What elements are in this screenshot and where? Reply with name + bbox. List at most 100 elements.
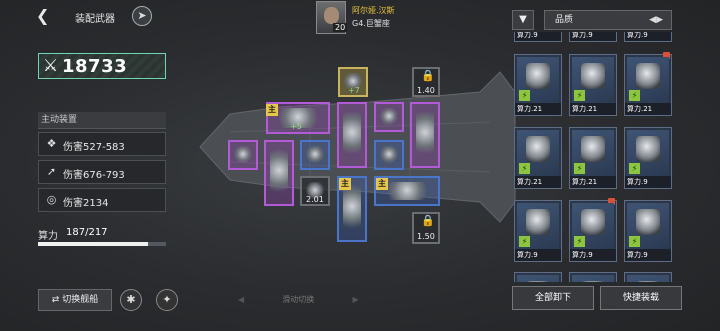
lock-icon: 🔒 xyxy=(421,214,435,227)
lightning-icon: ⚡ xyxy=(629,163,640,174)
swipe-hint: ◀ 滑动切换 ▶ xyxy=(238,294,359,305)
stat-row: ◎ 伤害2134 xyxy=(38,188,166,212)
weapon-icon xyxy=(380,182,434,200)
commander-face xyxy=(324,7,339,24)
weapon-icon xyxy=(343,182,361,236)
switch-ship-label: 切换舰船 xyxy=(62,295,99,305)
commander-name: 阿尔娅.汉斯 xyxy=(352,6,395,15)
unload-all-button[interactable]: 全部卸下 xyxy=(512,286,594,310)
card-cost: 算力.9 xyxy=(625,176,671,188)
combat-power-value: 18733 xyxy=(62,56,128,77)
lightning-icon: ⚡ xyxy=(519,90,530,101)
aircraft-icon[interactable]: ✦ xyxy=(156,289,178,311)
weapon-card[interactable] xyxy=(569,272,617,282)
card-cost: 算力.9 xyxy=(625,32,671,41)
ship-layout: +7 🔒 1.40 主 +5 2.01 主 主 🔒 1.50 xyxy=(190,52,525,247)
weapon-slot[interactable] xyxy=(410,102,440,168)
weapon-icon xyxy=(270,146,288,200)
commander-subtitle: G4.巨蟹座 xyxy=(352,19,390,28)
stat-label: 伤害527-583 xyxy=(63,142,125,153)
swipe-label: 滑动切换 xyxy=(282,295,315,304)
main-tag: 主 xyxy=(266,104,278,116)
card-cost: 算力.21 xyxy=(515,176,561,188)
weapon-card[interactable]: ⚡ 算力.9 xyxy=(624,127,672,189)
card-cost: 算力.21 xyxy=(515,103,561,115)
weapon-icon xyxy=(234,146,252,164)
lightning-icon: ⚡ xyxy=(519,163,530,174)
lightning-icon: ⚡ xyxy=(574,163,585,174)
stat-label: 伤害676-793 xyxy=(63,170,125,181)
weapon-card[interactable]: ⚡ 算力.21 xyxy=(569,127,617,189)
card-cost: 算力.9 xyxy=(570,32,616,41)
weapon-icon xyxy=(416,108,434,162)
weapon-card[interactable]: 算力.9 xyxy=(514,32,562,42)
weapon-image xyxy=(627,275,669,282)
filter-icon: ▼ xyxy=(519,14,527,25)
weapon-icon xyxy=(343,108,361,162)
weapon-icon xyxy=(306,146,324,164)
claw-icon: ❖ xyxy=(46,137,57,150)
weapon-card[interactable]: 算力.9 xyxy=(569,32,617,42)
weapon-card[interactable] xyxy=(624,272,672,282)
quality-label: 品质 xyxy=(555,15,574,25)
upgrade-plus: +5 xyxy=(290,122,302,131)
weapon-slot[interactable] xyxy=(300,140,330,170)
lock-value: 1.40 xyxy=(417,86,435,95)
back-arrow-icon[interactable]: ❮ xyxy=(36,7,54,25)
missile-icon[interactable]: ➤ xyxy=(132,6,152,26)
card-cost: 算力.9 xyxy=(570,249,616,261)
weapon-card[interactable]: ⚡ 算力.21 xyxy=(514,127,562,189)
formation-icon[interactable]: ✱ xyxy=(120,289,142,311)
weapon-card[interactable] xyxy=(514,272,562,282)
weapon-card[interactable]: ⚡ 算力.21 xyxy=(569,54,617,116)
weapon-slot[interactable] xyxy=(337,102,367,168)
lock-value: 1.50 xyxy=(417,232,435,241)
lightning-icon: ⚡ xyxy=(629,90,640,101)
quick-equip-button[interactable]: 快捷装载 xyxy=(600,286,682,310)
page-title: 装配武器 xyxy=(75,14,115,25)
active-devices-title: 主动装置 xyxy=(38,112,166,129)
weapon-image xyxy=(517,275,559,282)
weapon-card[interactable]: ⚡ 算力.9 xyxy=(569,198,617,262)
missile-icon: ➚ xyxy=(46,165,57,178)
stat-row: ❖ 伤害527-583 xyxy=(38,132,166,156)
lightning-icon: ⚡ xyxy=(629,236,640,247)
lightning-icon: ⚡ xyxy=(519,236,530,247)
weapon-card[interactable]: ⚡ 算力.21 xyxy=(514,54,562,116)
main-tag: 主 xyxy=(376,178,388,190)
weapon-slot[interactable] xyxy=(228,140,258,170)
main-tag: 主 xyxy=(339,178,351,190)
weapon-card[interactable]: ⚡ 算力.9 xyxy=(624,200,672,262)
card-cost: 算力.9 xyxy=(515,32,561,41)
weapon-icon xyxy=(380,146,398,164)
weapon-slot[interactable] xyxy=(264,140,294,206)
computing-bar-fill xyxy=(38,242,149,246)
weapon-card[interactable]: ⚡ 算力.9 xyxy=(514,200,562,262)
combat-power-box: ⚔ 18733 xyxy=(38,53,166,79)
switch-ship-button[interactable]: ⇄ 切换舰船 xyxy=(38,289,112,311)
commander-level: 20 xyxy=(333,23,348,32)
computing-label: 算力 xyxy=(38,231,58,242)
weapon-slot[interactable] xyxy=(374,140,404,170)
weapon-card[interactable]: 算力.9 xyxy=(624,32,672,42)
quality-sort-button[interactable]: 品质 ◀▶ xyxy=(544,10,672,30)
right-arrow-icon: ▶ xyxy=(352,295,359,304)
weapon-card[interactable]: ⚡ 算力.21 xyxy=(624,52,672,116)
slot-level: 2.01 xyxy=(306,195,324,204)
card-cost: 算力.21 xyxy=(570,103,616,115)
crossed-swords-icon: ⚔ xyxy=(43,56,59,76)
weapon-slot[interactable] xyxy=(374,102,404,132)
stat-label: 伤害2134 xyxy=(63,198,109,209)
radar-icon: ◎ xyxy=(46,193,57,206)
computing-value: 187/217 xyxy=(66,227,108,238)
left-arrow-icon: ◀ xyxy=(238,295,245,304)
card-cost: 算力.21 xyxy=(625,103,671,115)
weapon-image xyxy=(572,275,614,282)
lightning-icon: ⚡ xyxy=(574,90,585,101)
card-cost: 算力.9 xyxy=(625,249,671,261)
filter-button[interactable]: ▼ xyxy=(512,10,534,30)
weapon-icon xyxy=(380,108,398,126)
lock-icon: 🔒 xyxy=(421,69,435,82)
card-cost: 算力.9 xyxy=(515,249,561,261)
stat-row: ➚ 伤害676-793 xyxy=(38,160,166,184)
